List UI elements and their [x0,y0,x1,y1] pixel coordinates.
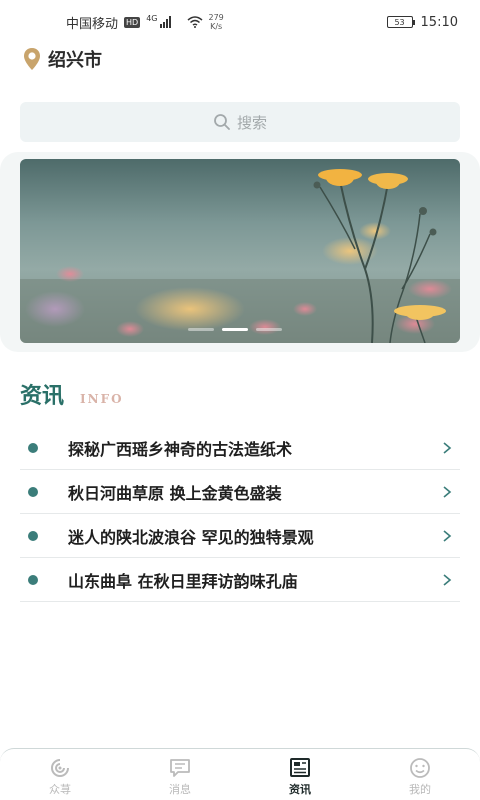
status-right: 53 15:10 [386,14,458,30]
news-list: 探秘广西瑶乡神奇的古法造纸术 秋日河曲草原 换上金黄色盛装 迷人的陕北波浪谷 罕… [20,426,460,602]
news-title: 探秘广西瑶乡神奇的古法造纸术 [68,439,293,459]
news-item[interactable]: 山东曲阜 在秋日里拜访韵味孔庙 [20,558,460,602]
news-title: 山东曲阜 在秋日里拜访韵味孔庙 [68,571,298,591]
nav-item-messages[interactable]: 消息 [120,749,240,800]
banner-image [20,169,460,343]
message-icon [170,759,190,777]
swirl-icon [51,759,69,777]
news-item[interactable]: 秋日河曲草原 换上金黄色盛装 [20,470,460,514]
nav-item-news[interactable]: 资讯 [240,749,360,800]
news-item[interactable]: 迷人的陕北波浪谷 罕见的独特景观 [20,514,460,558]
clock: 15:10 [420,14,458,30]
chevron-right-icon [443,574,452,586]
net-speed-value: 279 [208,13,224,22]
city-name: 绍兴市 [48,50,102,71]
chevron-right-icon [443,530,452,542]
status-left: 中国移动 HD 4G 279 K/s [66,13,224,32]
search-icon [214,114,230,130]
carrier-name: 中国移动 [66,16,119,32]
section-subtitle: INFO [80,392,124,406]
section-title: 资讯 [20,383,65,409]
net-speed-unit: K/s [210,22,223,31]
signal-icon [159,16,171,28]
status-bar: 中国移动 HD 4G 279 K/s 53 15:10 [0,0,480,44]
news-title: 秋日河曲草原 换上金黄色盛装 [68,483,282,503]
bullet-icon [28,486,38,497]
news-item[interactable]: 探秘广西瑶乡神奇的古法造纸术 [20,426,460,470]
bullet-icon [28,574,38,585]
net-speed: 279 K/s [209,13,224,31]
nav-label: 消息 [169,783,191,796]
wifi-icon [187,16,202,28]
chevron-right-icon [443,442,452,454]
nav-label: 我的 [409,783,431,796]
carousel-dot-active[interactable] [222,328,248,331]
news-icon [290,758,310,777]
bottom-nav: 众荨 消息 资讯 我的 [0,748,480,800]
carousel-indicators [188,328,282,331]
nav-item-mine[interactable]: 我的 [360,749,480,800]
smiley-icon [410,758,430,778]
battery-icon: 53 [386,16,415,28]
bullet-icon [28,530,38,541]
flower-2 [368,173,408,189]
location-pin-icon [24,48,40,70]
nav-item-zhongxun[interactable]: 众荨 [0,749,120,800]
banner-carousel[interactable] [20,159,460,343]
location-selector[interactable]: 绍兴市 [22,46,102,72]
hd-badge: HD [124,16,141,28]
network-type: 4G [146,13,158,23]
carousel-dot[interactable] [188,328,214,331]
chevron-right-icon [443,486,452,498]
carousel-dot[interactable] [256,328,282,331]
nav-label: 资讯 [289,783,311,796]
flower-1 [318,169,362,186]
battery-level: 53 [394,17,405,27]
nav-label: 众荨 [49,783,71,796]
news-section-header: 资讯 INFO [20,378,124,410]
news-title: 迷人的陕北波浪谷 罕见的独特景观 [68,527,314,547]
bullet-icon [28,442,38,453]
search-placeholder: 搜索 [236,113,267,132]
search-bar[interactable]: 搜索 [20,102,460,142]
